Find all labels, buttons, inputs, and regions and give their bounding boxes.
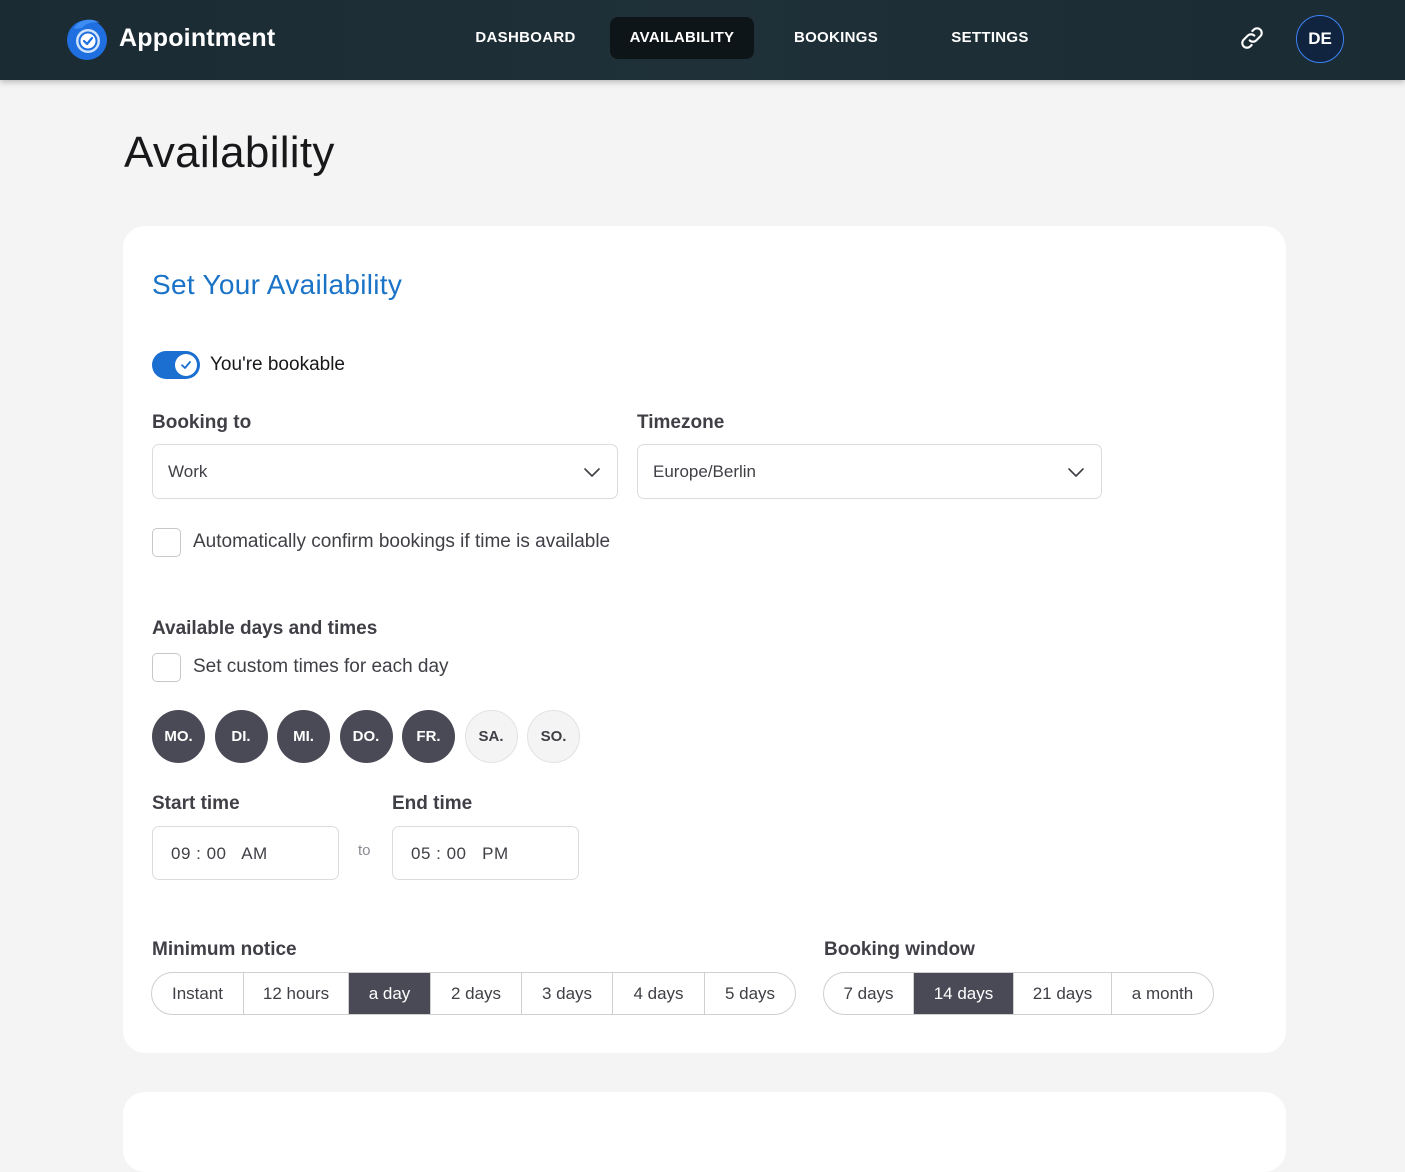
toggle-knob	[175, 354, 197, 376]
minimum-notice-selector: Instant 12 hours a day 2 days 3 days 4 d…	[151, 972, 796, 1015]
availability-card: Set Your Availability You're bookable Bo…	[123, 226, 1286, 1053]
bookable-toggle[interactable]	[152, 351, 200, 379]
custom-times-checkbox[interactable]	[152, 653, 181, 682]
check-icon	[181, 361, 191, 369]
day-sunday[interactable]: SO.	[527, 710, 580, 763]
weekday-picker: MO. DI. MI. DO. FR. SA. SO.	[152, 710, 590, 763]
booking-window-selector: 7 days 14 days 21 days a month	[823, 972, 1214, 1015]
notice-option-2-days[interactable]: 2 days	[431, 973, 522, 1014]
day-monday[interactable]: MO.	[152, 710, 205, 763]
page-title: Availability	[124, 128, 335, 177]
bookable-label: You're bookable	[210, 354, 345, 375]
notice-option-a-day[interactable]: a day	[349, 973, 431, 1014]
start-time-label: Start time	[152, 793, 240, 814]
booking-window-label: Booking window	[824, 939, 975, 960]
start-time-input[interactable]: 09 : 00 AM	[152, 826, 339, 880]
minimum-notice-label: Minimum notice	[152, 939, 297, 960]
window-option-7-days[interactable]: 7 days	[824, 973, 914, 1014]
notice-option-instant[interactable]: Instant	[152, 973, 244, 1014]
notice-option-3-days[interactable]: 3 days	[522, 973, 613, 1014]
link-icon[interactable]	[1238, 24, 1266, 52]
day-tuesday[interactable]: DI.	[214, 710, 268, 763]
custom-times-label: Set custom times for each day	[193, 656, 449, 677]
booking-to-label: Booking to	[152, 412, 252, 433]
timezone-value: Europe/Berlin	[653, 462, 757, 481]
end-time-input[interactable]: 05 : 00 PM	[392, 826, 579, 880]
nav-availability[interactable]: AVAILABILITY	[610, 17, 754, 59]
booking-to-value: Work	[168, 462, 208, 481]
day-wednesday[interactable]: MI.	[277, 710, 330, 763]
window-option-21-days[interactable]: 21 days	[1014, 973, 1112, 1014]
chevron-down-icon	[1068, 468, 1084, 477]
day-thursday[interactable]: DO.	[339, 710, 393, 763]
appointment-logo-icon	[67, 19, 107, 60]
to-separator: to	[358, 842, 371, 859]
top-navigation-bar: Appointment DASHBOARD AVAILABILITY BOOKI…	[0, 0, 1405, 80]
nav-settings[interactable]: SETTINGS	[920, 17, 1060, 59]
card-heading: Set Your Availability	[152, 269, 403, 300]
notice-option-12-hours[interactable]: 12 hours	[244, 973, 349, 1014]
day-friday[interactable]: FR.	[402, 710, 455, 763]
notice-option-5-days[interactable]: 5 days	[705, 973, 795, 1014]
app-name: Appointment	[119, 23, 276, 52]
user-avatar[interactable]: DE	[1296, 15, 1344, 63]
auto-confirm-checkbox[interactable]	[152, 528, 181, 557]
nav-bookings[interactable]: BOOKINGS	[766, 17, 906, 59]
chevron-down-icon	[584, 468, 600, 477]
timezone-select[interactable]: Europe/Berlin	[637, 444, 1102, 499]
days-section-label: Available days and times	[152, 618, 378, 639]
app-logo[interactable]: Appointment	[64, 15, 275, 61]
secondary-card	[123, 1092, 1286, 1172]
booking-to-select[interactable]: Work	[152, 444, 618, 499]
start-time-value: 09 : 00 AM	[171, 844, 268, 863]
notice-option-4-days[interactable]: 4 days	[613, 973, 705, 1014]
end-time-value: 05 : 00 PM	[411, 844, 509, 863]
end-time-label: End time	[392, 793, 473, 814]
day-saturday[interactable]: SA.	[464, 710, 518, 763]
main-nav: DASHBOARD AVAILABILITY BOOKINGS SETTINGS	[455, 17, 1074, 59]
window-option-a-month[interactable]: a month	[1112, 973, 1213, 1014]
window-option-14-days[interactable]: 14 days	[914, 973, 1014, 1014]
auto-confirm-label: Automatically confirm bookings if time i…	[193, 531, 611, 552]
timezone-label: Timezone	[637, 412, 725, 433]
nav-dashboard[interactable]: DASHBOARD	[455, 17, 596, 59]
